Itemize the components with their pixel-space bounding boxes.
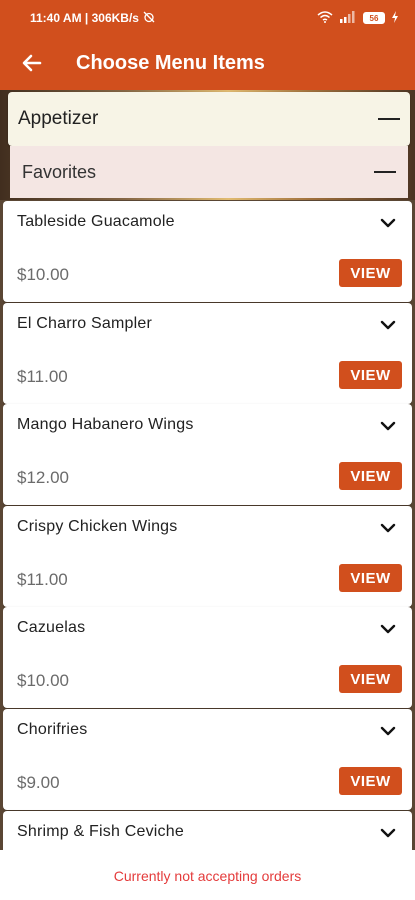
item-price: $10.00 [17, 671, 69, 690]
battery-icon: 56 [363, 12, 385, 24]
item-name: Chorifries [17, 721, 88, 738]
view-button[interactable]: VIEW [339, 767, 402, 795]
item-price: $10.00 [17, 265, 69, 284]
back-button[interactable] [12, 43, 52, 83]
wifi-icon [317, 10, 333, 26]
status-icons: 56 [317, 10, 399, 26]
menu-item-list[interactable]: Tableside Guacamole $10.00 VIEW El Charr… [3, 201, 412, 851]
menu-item[interactable]: El Charro Sampler $11.00 VIEW [3, 303, 412, 404]
charging-icon [391, 10, 399, 26]
menu-item[interactable]: Chorifries $9.00 VIEW [3, 709, 412, 810]
menu-item[interactable]: Mango Habanero Wings $12.00 VIEW [3, 404, 412, 505]
menu-item[interactable]: Crispy Chicken Wings $11.00 VIEW [3, 506, 412, 607]
item-name: El Charro Sampler [17, 315, 153, 332]
category-header-appetizer[interactable]: Appetizer [8, 92, 410, 146]
footer: Currently not accepting orders [0, 851, 415, 900]
chevron-down-icon[interactable] [376, 516, 400, 540]
alarm-off-icon [143, 11, 155, 26]
view-button[interactable]: VIEW [339, 462, 402, 490]
view-button[interactable]: VIEW [339, 564, 402, 592]
menu-item[interactable]: Shrimp & Fish Ceviche [3, 811, 412, 851]
item-name: Mango Habanero Wings [17, 416, 194, 433]
toolbar: Choose Menu Items [0, 36, 415, 90]
item-name: Tableside Guacamole [17, 213, 175, 230]
collapse-icon[interactable] [374, 171, 396, 173]
battery-level: 56 [363, 12, 385, 24]
item-name: Shrimp & Fish Ceviche [17, 823, 184, 840]
item-price: $9.00 [17, 773, 60, 792]
view-button[interactable]: VIEW [339, 361, 402, 389]
chevron-down-icon[interactable] [376, 414, 400, 438]
category-label: Appetizer [18, 108, 99, 129]
chevron-down-icon[interactable] [376, 821, 400, 845]
status-time: 11:40 AM | 306KB/s [30, 11, 139, 25]
item-name: Cazuelas [17, 619, 86, 636]
item-price: $12.00 [17, 468, 69, 487]
status-bar: 11:40 AM | 306KB/s 56 [0, 0, 415, 36]
chevron-down-icon[interactable] [376, 719, 400, 743]
app-bar: 11:40 AM | 306KB/s 56 Choose Menu Items [0, 0, 415, 90]
item-price: $11.00 [17, 367, 68, 386]
item-name: Crispy Chicken Wings [17, 518, 178, 535]
page-title: Choose Menu Items [76, 51, 265, 74]
arrow-left-icon [22, 54, 42, 72]
menu-item[interactable]: Tableside Guacamole $10.00 VIEW [3, 201, 412, 302]
menu-item[interactable]: Cazuelas $10.00 VIEW [3, 607, 412, 708]
chevron-down-icon[interactable] [376, 313, 400, 337]
view-button[interactable]: VIEW [339, 259, 402, 287]
chevron-down-icon[interactable] [376, 617, 400, 641]
subcategory-header-favorites[interactable]: Favorites [10, 146, 408, 198]
order-status-message: Currently not accepting orders [113, 867, 302, 884]
collapse-icon[interactable] [378, 118, 400, 120]
signal-icon [339, 10, 357, 26]
view-button[interactable]: VIEW [339, 665, 402, 693]
chevron-down-icon[interactable] [376, 211, 400, 235]
subcategory-label: Favorites [22, 161, 97, 182]
item-price: $11.00 [17, 570, 68, 589]
